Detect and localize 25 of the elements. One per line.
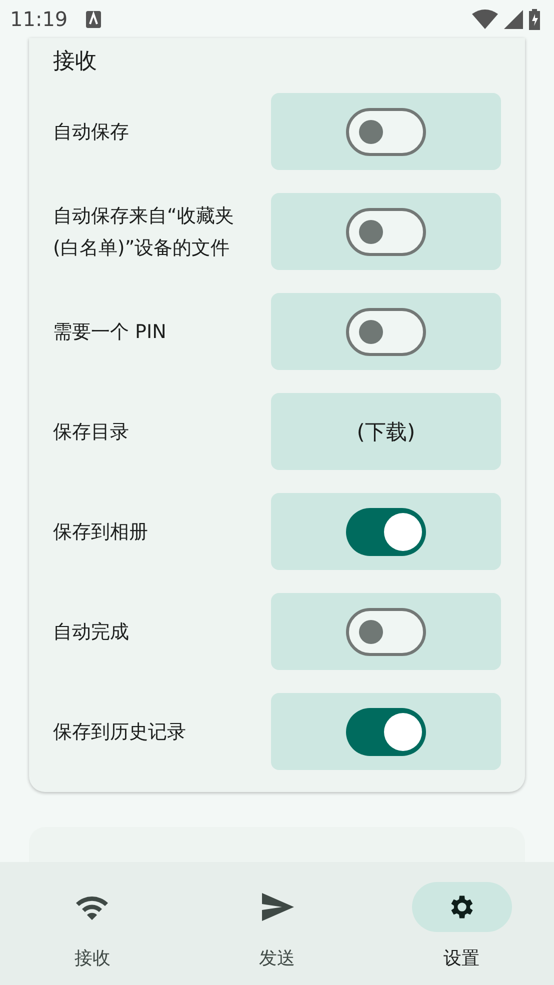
setting-label: 自动保存来自“收藏夹(白名单)”设备的文件 <box>53 204 235 260</box>
setting-label: 保存到历史记录 <box>53 720 187 744</box>
setting-label: 需要一个 PIN <box>53 320 168 344</box>
cell-signal-icon <box>504 10 523 28</box>
wifi-signal-icon <box>472 9 498 29</box>
toggle-switch[interactable] <box>346 608 426 656</box>
wifi-icon <box>75 894 110 920</box>
toggle-switch[interactable] <box>346 708 426 756</box>
setting-label: 自动保存 <box>53 120 130 144</box>
battery-icon <box>529 8 540 30</box>
toggle-switch[interactable] <box>346 508 426 556</box>
nav-tab[interactable]: 接收 <box>32 882 152 985</box>
toggle-switch[interactable] <box>346 108 426 156</box>
toggle-switch[interactable] <box>346 308 426 356</box>
nav-tab[interactable]: 设置 <box>402 882 522 985</box>
notification-icon <box>86 10 101 28</box>
nav-tab[interactable]: 发送 <box>216 882 337 985</box>
setting-label: 保存到相册 <box>53 520 149 544</box>
folder-button[interactable]: (下载) <box>271 393 501 470</box>
setting-label: 保存目录 <box>53 420 130 444</box>
send-icon <box>260 893 294 921</box>
section-title: 接收 <box>53 48 98 76</box>
setting-label: 自动完成 <box>53 620 130 644</box>
status-time: 11:19 <box>10 7 68 31</box>
toggle-switch[interactable] <box>346 208 426 256</box>
